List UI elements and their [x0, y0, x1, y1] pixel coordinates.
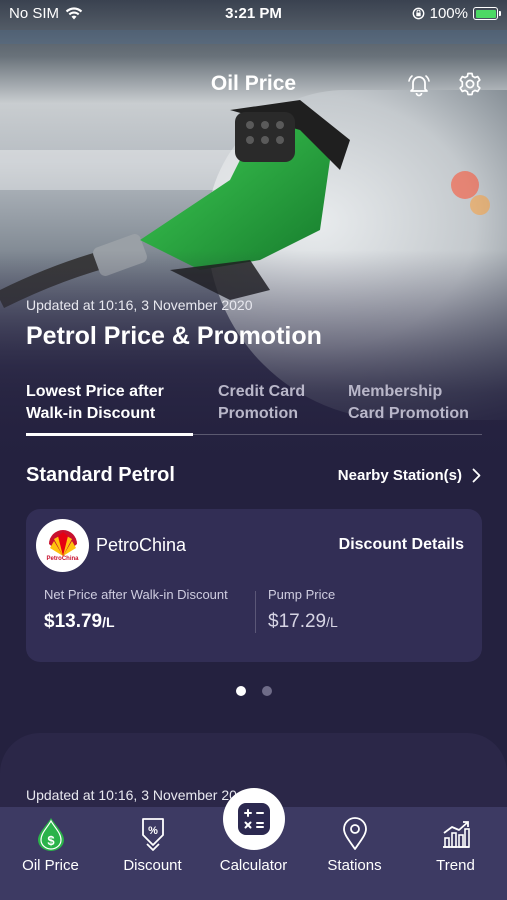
nav-oil-price[interactable]: $ Oil Price — [0, 807, 101, 900]
nav-label: Calculator — [219, 857, 288, 874]
secondary-updated-timestamp: Updated at 10:16, 3 November 20 — [26, 787, 237, 803]
status-bar: No SIM 3:21 PM 100% — [0, 0, 507, 28]
logo-text: PetroChina — [46, 555, 79, 562]
battery-icon — [473, 7, 501, 20]
nav-label: Oil Price — [22, 857, 79, 874]
pagination-dot-active[interactable] — [235, 686, 246, 696]
app-header: Oil Price — [0, 66, 507, 102]
tab-membership-card[interactable]: Membership Card Promotion — [348, 381, 469, 425]
tab-label-line1: Lowest Price after — [26, 383, 164, 400]
tab-label-line2: Card Promotion — [348, 405, 469, 422]
chevron-right-icon — [472, 468, 481, 483]
station-brand: PetroChina — [96, 535, 187, 555]
orientation-lock-icon — [412, 7, 425, 20]
battery-percent: 100% — [429, 5, 468, 22]
svg-text:$: $ — [47, 833, 55, 848]
nearby-label: Nearby Station(s) — [337, 467, 462, 484]
carousel-pagination — [0, 686, 507, 696]
updated-timestamp: Updated at 10:16, 3 November 2020 — [26, 297, 253, 313]
section-title: Standard Petrol — [26, 464, 175, 486]
tab-label-line1: Credit Card — [218, 383, 306, 400]
pagination-dot[interactable] — [261, 686, 272, 696]
settings-button[interactable] — [455, 69, 485, 99]
nav-trend[interactable]: Trend — [405, 807, 506, 900]
pump-price-value: $17.29/L — [268, 611, 338, 633]
calculator-icon — [238, 803, 270, 835]
oil-drop-icon: $ — [37, 818, 64, 851]
tab-label-line2: Promotion — [218, 405, 298, 422]
trend-chart-icon — [442, 821, 470, 848]
notification-button[interactable] — [404, 69, 434, 99]
headline: Petrol Price & Promotion — [26, 322, 322, 350]
promotion-tabs: Lowest Price after Walk-in Discount Cred… — [26, 381, 482, 436]
active-tab-indicator — [26, 433, 193, 436]
calculator-button[interactable] — [223, 788, 285, 850]
hero-fade — [0, 250, 507, 470]
price-card[interactable]: PetroChina PetroChina Discount Details N… — [26, 509, 482, 662]
bell-icon — [408, 75, 430, 97]
discount-details-link[interactable]: Discount Details — [339, 536, 464, 554]
net-price-label: Net Price after Walk-in Discount — [44, 587, 228, 602]
svg-text:%: % — [148, 825, 158, 837]
petrochina-logo-icon — [48, 529, 77, 556]
nearby-stations-link[interactable]: Nearby Station(s) — [338, 467, 481, 484]
pump-price-block: Pump Price $17.29/L — [268, 587, 338, 633]
net-price-unit: /L — [102, 614, 115, 630]
price-divider — [255, 591, 256, 633]
tab-credit-card[interactable]: Credit Card Promotion — [218, 381, 305, 425]
location-pin-icon — [342, 817, 367, 850]
nav-label: Discount — [123, 857, 182, 874]
pump-price-label: Pump Price — [268, 587, 336, 602]
nav-label: Stations — [327, 857, 382, 874]
discount-tag-icon: % — [141, 818, 164, 851]
nav-stations[interactable]: Stations — [304, 807, 405, 900]
nav-discount[interactable]: % Discount — [102, 807, 203, 900]
pump-price-amount: $17.29 — [268, 611, 327, 632]
gear-icon — [459, 72, 481, 96]
tab-label-line1: Membership — [348, 383, 443, 400]
petrochina-logo: PetroChina — [36, 519, 89, 572]
net-price-block: Net Price after Walk-in Discount $13.79/… — [44, 587, 228, 633]
pump-price-unit: /L — [326, 614, 338, 630]
net-price-value: $13.79/L — [44, 611, 228, 633]
nav-label: Trend — [436, 857, 475, 874]
tab-walk-in-discount[interactable]: Lowest Price after Walk-in Discount — [26, 381, 164, 425]
tab-label-line2: Walk-in Discount — [26, 405, 156, 422]
net-price-amount: $13.79 — [44, 611, 103, 632]
